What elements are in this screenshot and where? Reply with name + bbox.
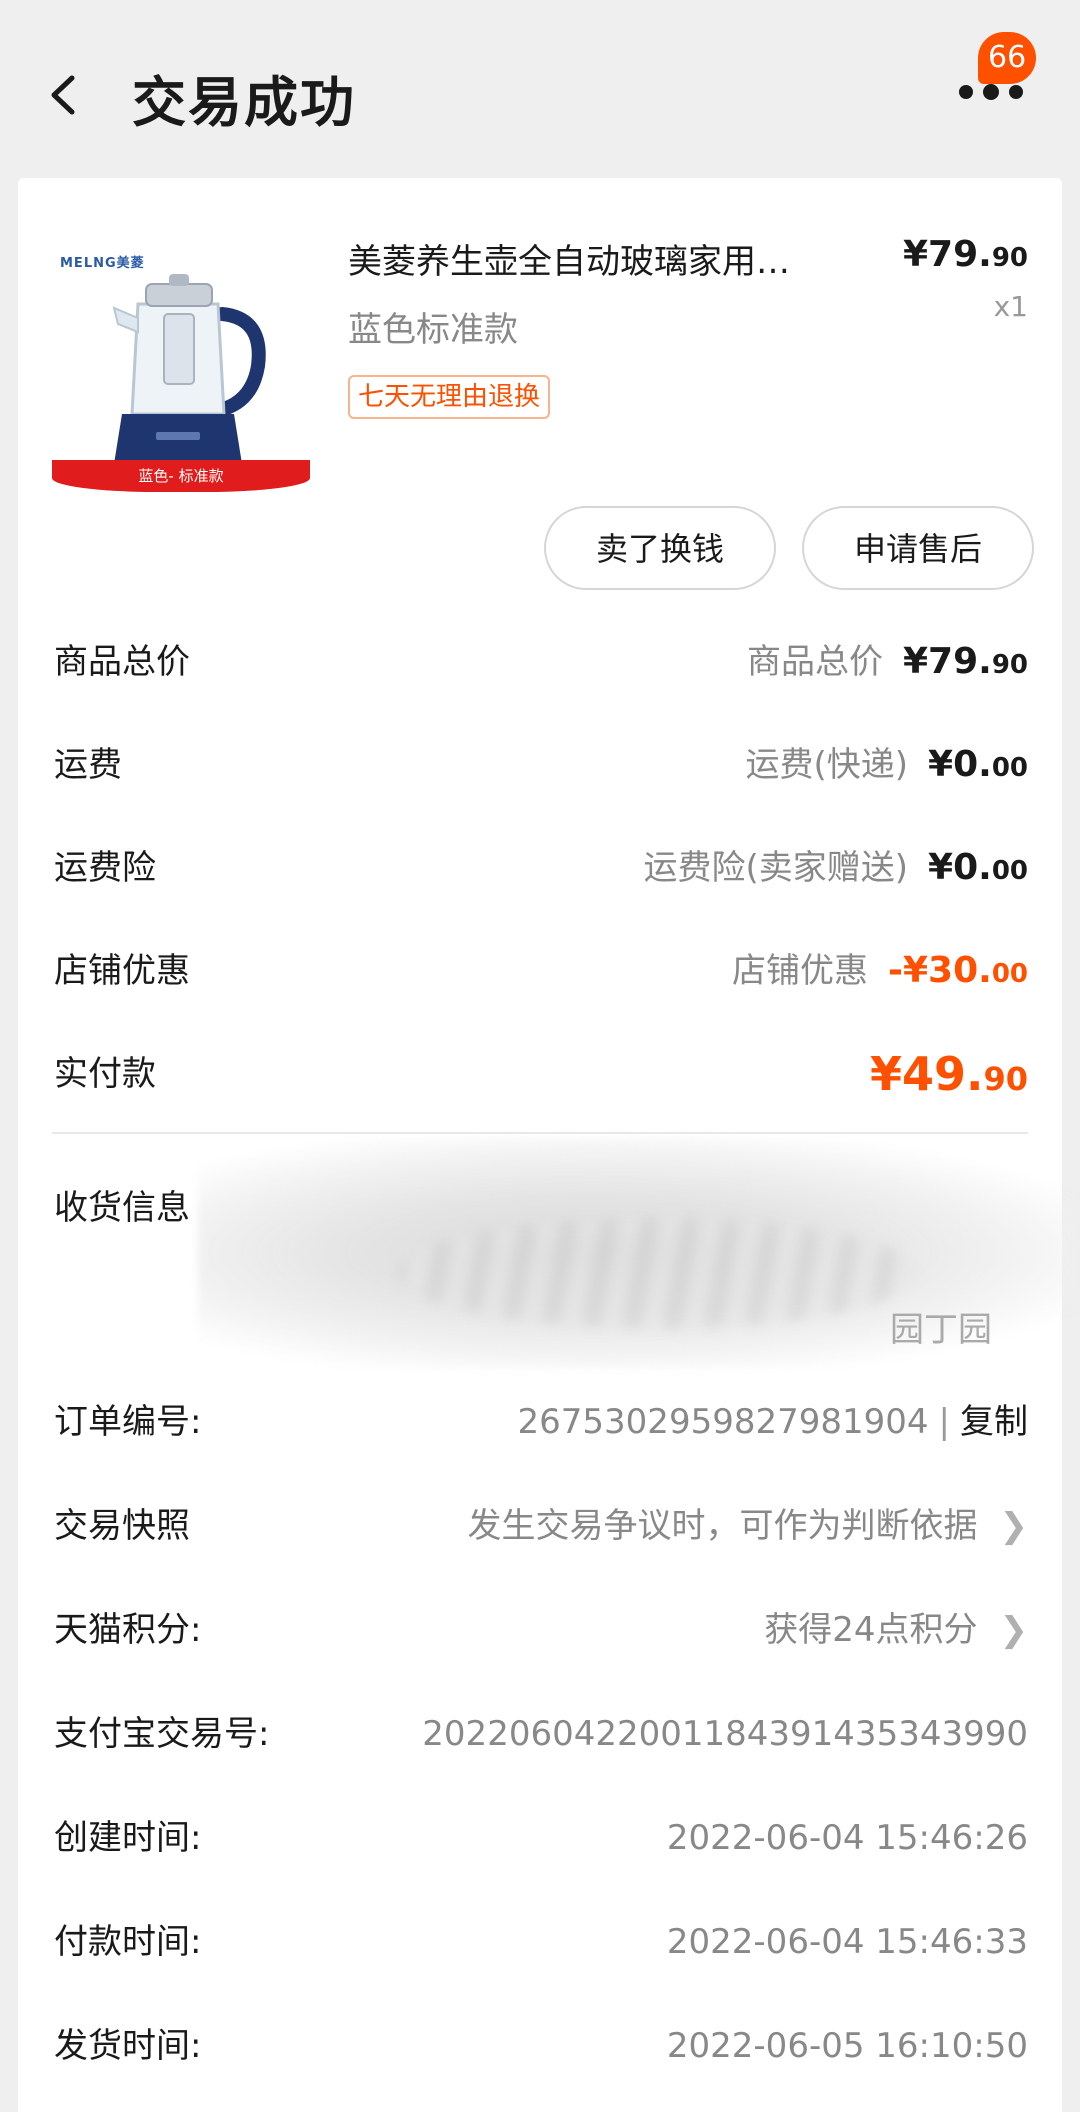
dot-icon [983,84,999,100]
chevron-left-icon [51,75,75,115]
product-thumbnail[interactable]: MELNG美菱 蓝色- 标准款 [52,234,310,492]
product-quantity: x1 [993,290,1028,323]
summary-value: ¥49.90 [870,1044,1028,1109]
kettle-image [112,274,266,464]
copy-order-id-button[interactable]: 复制 [960,1402,1028,1442]
after-sale-button[interactable]: 申请售后 [802,506,1034,590]
points-row[interactable]: 天猫积分: 获得24点积分 ❯ [54,1600,1028,1660]
summary-label: 实付款 [54,1054,156,1094]
summary-value: 运费险(卖家赠送) ¥0.00 [643,847,1029,888]
dot-icon [1009,85,1023,99]
summary-row-total: 商品总价 商品总价 ¥79.90 [54,632,1028,692]
page-title: 交易成功 [132,71,356,134]
paid-amount: ¥49.90 [869,1047,1028,1101]
return-policy-tag: 七天无理由退换 [348,375,551,419]
product-price: ¥79.90 [902,234,1028,275]
message-count-badge: 66 [978,32,1037,84]
summary-value: 店铺优惠 -¥30.00 [732,950,1028,991]
summary-value: 商品总价 ¥79.90 [746,641,1028,682]
summary-row-shipping: 运费 运费(快递) ¥0.00 [54,735,1028,795]
chevron-right-icon: ❯ [999,1506,1029,1546]
chevron-right-icon: ❯ [999,1610,1029,1650]
summary-label: 商品总价 [54,642,190,682]
summary-label: 店铺优惠 [54,951,190,991]
redaction-smudge [398,1218,918,1328]
divider [52,1132,1028,1134]
summary-label: 运费 [54,745,122,785]
thumb-spec-band: 蓝色- 标准款 [52,460,310,492]
summary-label: 运费险 [54,848,156,888]
summary-row-paid: 实付款 ¥49.90 [54,1044,1028,1104]
created-time-row: 创建时间: 2022-06-04 15:46:26 [54,1818,1028,1858]
summary-row-shipping-insurance: 运费险 运费险(卖家赠送) ¥0.00 [54,838,1028,898]
alipay-trade-row: 支付宝交易号: 2022060422001184391435343990 [54,1704,1028,1764]
shipped-time-row: 发货时间: 2022-06-05 16:10:50 [54,2026,1028,2066]
address-text: 园丁园 [890,1310,992,1350]
product-name[interactable]: 美菱养生壶全自动玻璃家用… [348,234,888,283]
order-id-row: 订单编号: 2675302959827981904 | 复制 [54,1402,1028,1442]
snapshot-row[interactable]: 交易快照 发生交易争议时，可作为判断依据 ❯ [54,1496,1028,1556]
summary-value: 运费(快递) ¥0.00 [745,744,1029,785]
dot-icon [959,85,973,99]
address-label: 收货信息 [54,1188,190,1228]
summary-row-shop-discount: 店铺优惠 店铺优惠 -¥30.00 [54,941,1028,1001]
order-id-value: 2675302959827981904 [517,1402,929,1442]
sell-for-cash-button[interactable]: 卖了换钱 [544,506,776,590]
order-detail-card: MELNG美菱 蓝色- 标准款 美菱养生壶全自动玻璃家用… 蓝色标准款 七天无理… [18,178,1078,2112]
top-bar: 交易成功 66 [0,0,1080,180]
back-button[interactable] [40,60,90,130]
paid-time-row: 付款时间: 2022-06-04 15:46:33 [54,1922,1028,1962]
product-spec: 蓝色标准款 [348,310,518,350]
alipay-trade-value: 2022060422001184391435343990 [422,1714,1028,1754]
